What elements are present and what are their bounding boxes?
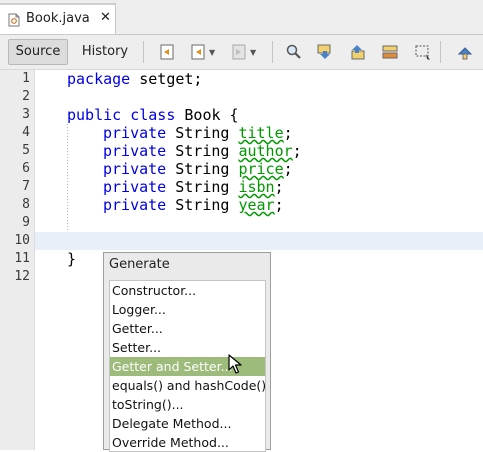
semicolon: ;: [274, 196, 284, 214]
keyword: private: [103, 142, 167, 160]
class-declaration: Book {: [175, 106, 239, 124]
generate-popup: Generate Constructor... Logger... Getter…: [103, 252, 271, 452]
field-name: year: [238, 196, 275, 214]
keyword: private: [103, 160, 167, 178]
line-number: 4: [22, 125, 30, 140]
field-name: isbn: [238, 178, 275, 196]
semicolon: ;: [283, 124, 293, 142]
menu-item-tostring[interactable]: toString()...: [110, 395, 265, 414]
semicolon: ;: [283, 160, 293, 178]
type-name: String: [175, 178, 230, 196]
line-number: 9: [22, 215, 30, 230]
keyword: private: [103, 124, 167, 142]
menu-item-delegate-method[interactable]: Delegate Method...: [110, 414, 265, 433]
generate-list: Constructor... Logger... Getter... Sette…: [109, 280, 266, 452]
type-name: String: [175, 124, 230, 142]
menu-item-constructor[interactable]: Constructor...: [110, 281, 265, 300]
code-line-8: private String year;: [103, 196, 284, 214]
keyword: private: [103, 196, 167, 214]
find-previous-icon[interactable]: [316, 43, 334, 61]
type-name: String: [175, 160, 230, 178]
code-line-7: private String isbn;: [103, 178, 284, 196]
popup-title: Generate: [109, 257, 170, 272]
code-line-6: private String price;: [103, 160, 293, 178]
editor-tab-strip: Book.java ✕: [0, 0, 483, 35]
toggle-highlight-icon[interactable]: [381, 43, 399, 61]
fold-guide: [67, 124, 68, 232]
menu-item-getter[interactable]: Getter...: [110, 319, 265, 338]
code-line-4: private String title;: [103, 124, 293, 142]
shift-line-icon[interactable]: [456, 43, 474, 61]
back-icon[interactable]: [189, 43, 207, 61]
line-number: 7: [22, 179, 30, 194]
chevron-down-icon[interactable]: ▼: [250, 48, 256, 57]
tab-book-java[interactable]: Book.java ✕: [0, 3, 116, 34]
code-line-3: public class Book {: [67, 106, 239, 124]
field-name: author: [238, 142, 293, 160]
menu-item-override-method[interactable]: Override Method...: [110, 433, 265, 452]
line-number: 1: [22, 71, 30, 86]
field-name: price: [238, 160, 284, 178]
close-icon[interactable]: ✕: [100, 10, 111, 25]
package-name: setget;: [130, 70, 203, 88]
line-number: 8: [22, 197, 30, 212]
keyword: class: [130, 106, 176, 124]
chevron-down-icon[interactable]: ▼: [209, 48, 215, 57]
type-name: String: [175, 142, 230, 160]
keyword: package: [67, 70, 131, 88]
type-name: String: [175, 196, 230, 214]
toolbar-separator: [143, 41, 144, 63]
code-line-11: }: [67, 250, 76, 268]
line-number: 12: [14, 269, 30, 284]
semicolon: ;: [274, 178, 284, 196]
mouse-cursor-icon: [228, 354, 242, 374]
code-line-1: package setget;: [67, 70, 202, 88]
last-edit-icon[interactable]: [158, 43, 176, 61]
keyword: public: [67, 106, 122, 124]
field-name: title: [238, 124, 284, 142]
keyword: private: [103, 178, 167, 196]
source-button[interactable]: Source: [8, 39, 68, 65]
close-brace: }: [67, 250, 77, 268]
line-number: 3: [22, 107, 30, 122]
forward-icon[interactable]: [230, 43, 248, 61]
menu-item-equals-hashcode[interactable]: equals() and hashCode()...: [110, 376, 265, 395]
line-number: 6: [22, 161, 30, 176]
line-number: 11: [14, 251, 30, 266]
tab-label: Book.java: [26, 11, 90, 26]
find-icon[interactable]: [285, 43, 303, 61]
editor-toolbar: Source History ▼ ▼: [0, 35, 483, 70]
find-next-icon[interactable]: [348, 43, 366, 61]
toolbar-separator: [440, 41, 441, 63]
java-file-icon: [8, 13, 20, 27]
toolbar-separator: [272, 41, 273, 63]
line-number: 10: [14, 233, 30, 248]
menu-item-logger[interactable]: Logger...: [110, 300, 265, 319]
line-number: 5: [22, 143, 30, 158]
code-line-5: private String author;: [103, 142, 302, 160]
current-line-highlight: [35, 232, 483, 250]
semicolon: ;: [292, 142, 302, 160]
line-number: 2: [22, 89, 30, 104]
history-button[interactable]: History: [74, 39, 136, 65]
toggle-rectangular-selection-icon[interactable]: [414, 43, 432, 61]
